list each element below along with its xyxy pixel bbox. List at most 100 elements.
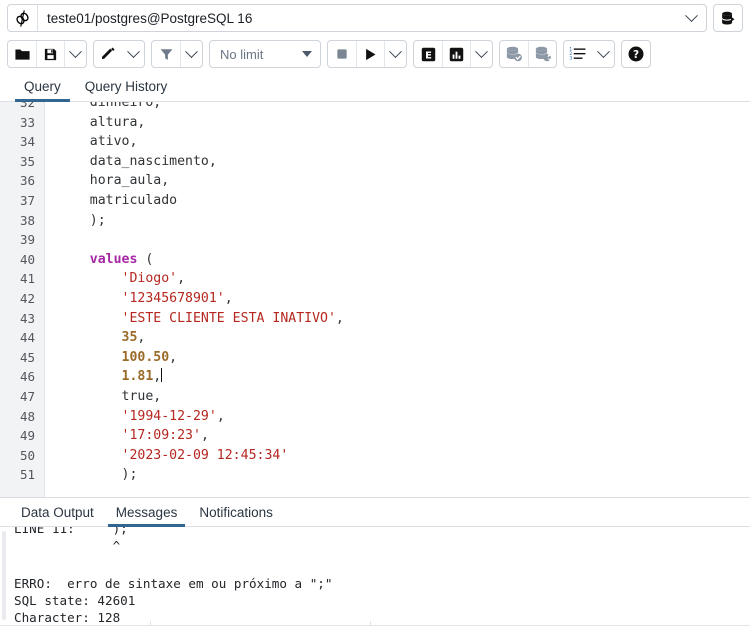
code-token: , <box>200 428 209 444</box>
code-line[interactable]: 'ESTE CLIENTE ESTA INATIVO', <box>58 309 750 329</box>
line-number: 38 <box>19 212 35 228</box>
chevron-down-icon[interactable] <box>64 41 86 67</box>
line-number: 37 <box>19 192 35 208</box>
code-line[interactable]: 100.50, <box>58 348 750 368</box>
code-token: values <box>89 251 138 267</box>
line-number: 39 <box>19 232 35 248</box>
file-group <box>7 40 87 68</box>
pgadmin-query-tool: teste01/postgres@PostgreSQL 16 No limit … <box>0 0 750 626</box>
code-token: ); <box>58 467 138 483</box>
save-floppy-icon[interactable] <box>36 41 64 67</box>
line-number: 44 <box>19 330 35 346</box>
svg-text:?: ? <box>633 49 639 61</box>
sql-code-area[interactable]: dinheiro, altura, ativo, data_nascimento… <box>45 102 750 497</box>
code-line[interactable]: ); <box>58 465 750 485</box>
code-line[interactable]: true, <box>58 387 750 407</box>
code-line[interactable]: 35, <box>58 328 750 348</box>
chevron-down-icon[interactable] <box>384 41 406 67</box>
tab-query-history[interactable]: Query History <box>73 72 180 101</box>
pencil-edit-icon[interactable] <box>94 41 122 67</box>
explain-analyze-chart-icon[interactable] <box>442 41 470 67</box>
help-question-icon[interactable]: ? <box>622 41 650 67</box>
tab-messages[interactable]: Messages <box>105 498 189 527</box>
code-line[interactable]: '1994-12-29', <box>58 407 750 427</box>
messages-scrollbar[interactable] <box>2 531 6 620</box>
code-line[interactable]: values ( <box>58 250 750 270</box>
svg-text:E: E <box>425 50 432 61</box>
code-token: , <box>216 408 225 424</box>
chevron-down-icon[interactable] <box>122 41 144 67</box>
code-line[interactable]: dinheiro, <box>58 102 750 113</box>
code-token: , <box>153 369 162 385</box>
message-sql-state: SQL state: 42601 <box>14 593 136 608</box>
code-line[interactable]: data_nascimento, <box>58 152 750 172</box>
rollback-database-undo-icon[interactable] <box>528 41 556 67</box>
code-line[interactable]: matriculado <box>58 191 750 211</box>
sql-editor[interactable]: 32 33 34 35 36 37 38 39 40 41 42 43 44 45 46 47 48 49 50 51… <box>0 102 750 498</box>
chevron-down-icon[interactable] <box>470 41 492 67</box>
code-line[interactable]: hora_aula, <box>58 171 750 191</box>
code-token: '1994-12-29' <box>121 408 217 424</box>
line-number: 36 <box>19 173 35 189</box>
footer-tick <box>370 621 371 626</box>
execute-group <box>327 40 407 68</box>
code-line[interactable]: altura, <box>58 113 750 133</box>
line-number: 50 <box>19 447 35 463</box>
line-number: 51 <box>19 467 35 483</box>
connection-selector[interactable]: teste01/postgres@PostgreSQL 16 <box>7 4 707 32</box>
line-number: 42 <box>19 290 35 306</box>
line-number: 49 <box>19 428 35 444</box>
code-token: dinheiro, <box>58 102 162 110</box>
code-token: '2023-02-09 12:45:34' <box>121 447 289 463</box>
line-number: 46 <box>19 369 35 385</box>
message-error: ERRO: erro de sintaxe em ou próximo a ";… <box>14 576 333 591</box>
funnel-filter-icon[interactable] <box>152 41 180 67</box>
macros-list-icon[interactable]: 123 <box>564 41 592 67</box>
row-limit-select[interactable]: No limit <box>209 40 321 68</box>
code-token: matriculado <box>58 192 178 208</box>
tab-notifications[interactable]: Notifications <box>188 498 284 526</box>
tab-data-output-label: Data Output <box>21 504 94 520</box>
line-number: 48 <box>19 408 35 424</box>
code-token: ( <box>137 251 154 267</box>
svg-text:3: 3 <box>569 56 572 62</box>
chevron-down-icon[interactable] <box>676 8 706 23</box>
explain-e-icon[interactable]: E <box>414 41 442 67</box>
tab-data-output[interactable]: Data Output <box>10 498 105 526</box>
folder-open-icon[interactable] <box>8 41 36 67</box>
transaction-group <box>499 40 557 68</box>
code-line[interactable]: ); <box>58 211 750 231</box>
code-line[interactable]: '17:09:23', <box>58 426 750 446</box>
chevron-down-icon[interactable] <box>180 41 202 67</box>
message-caret-marker: ^ <box>14 538 121 553</box>
line-number: 47 <box>19 388 35 404</box>
code-line[interactable]: '2023-02-09 12:45:34' <box>58 446 750 466</box>
line-number: 43 <box>19 310 35 326</box>
chevron-down-icon[interactable] <box>592 41 614 67</box>
database-connect-icon[interactable] <box>713 4 743 32</box>
footer-tick <box>150 621 151 626</box>
code-line[interactable]: ativo, <box>58 132 750 152</box>
edit-group <box>93 40 145 68</box>
tab-query[interactable]: Query <box>12 72 73 102</box>
code-line[interactable] <box>58 230 750 250</box>
play-execute-icon[interactable] <box>356 41 384 67</box>
code-token: , <box>177 271 186 287</box>
stop-square-icon[interactable] <box>328 41 356 67</box>
code-line[interactable]: '12345678901', <box>58 289 750 309</box>
chain-link-icon <box>8 5 38 31</box>
code-line[interactable]: 1.81, <box>58 367 750 387</box>
tab-notifications-label: Notifications <box>199 504 273 520</box>
code-line[interactable]: 'Diogo', <box>58 269 750 289</box>
messages-content[interactable]: LINE 11: ); ^ ERRO: erro de sintaxe em o… <box>0 527 750 626</box>
explain-group: E <box>413 40 493 68</box>
output-tab-bar: Data Output Messages Notifications <box>0 498 750 527</box>
commit-database-check-icon[interactable] <box>500 41 528 67</box>
query-tab-bar: Query Query History <box>0 72 750 102</box>
message-character: Character: 128 <box>14 610 121 625</box>
code-token: '17:09:23' <box>121 428 201 444</box>
